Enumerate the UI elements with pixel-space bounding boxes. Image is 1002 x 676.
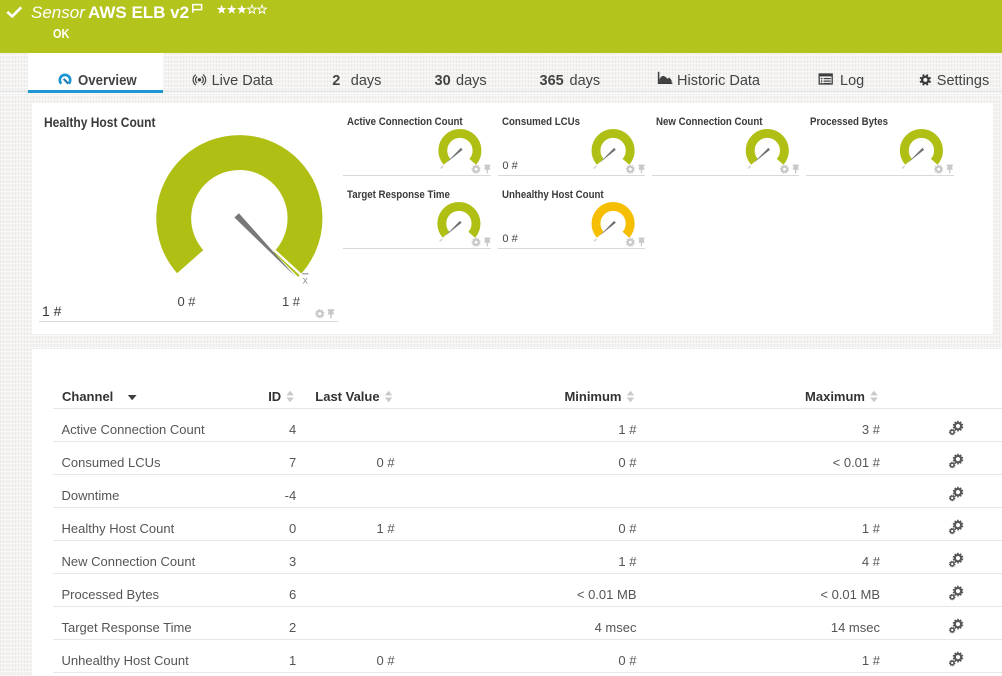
svg-text:x: x xyxy=(303,275,309,287)
